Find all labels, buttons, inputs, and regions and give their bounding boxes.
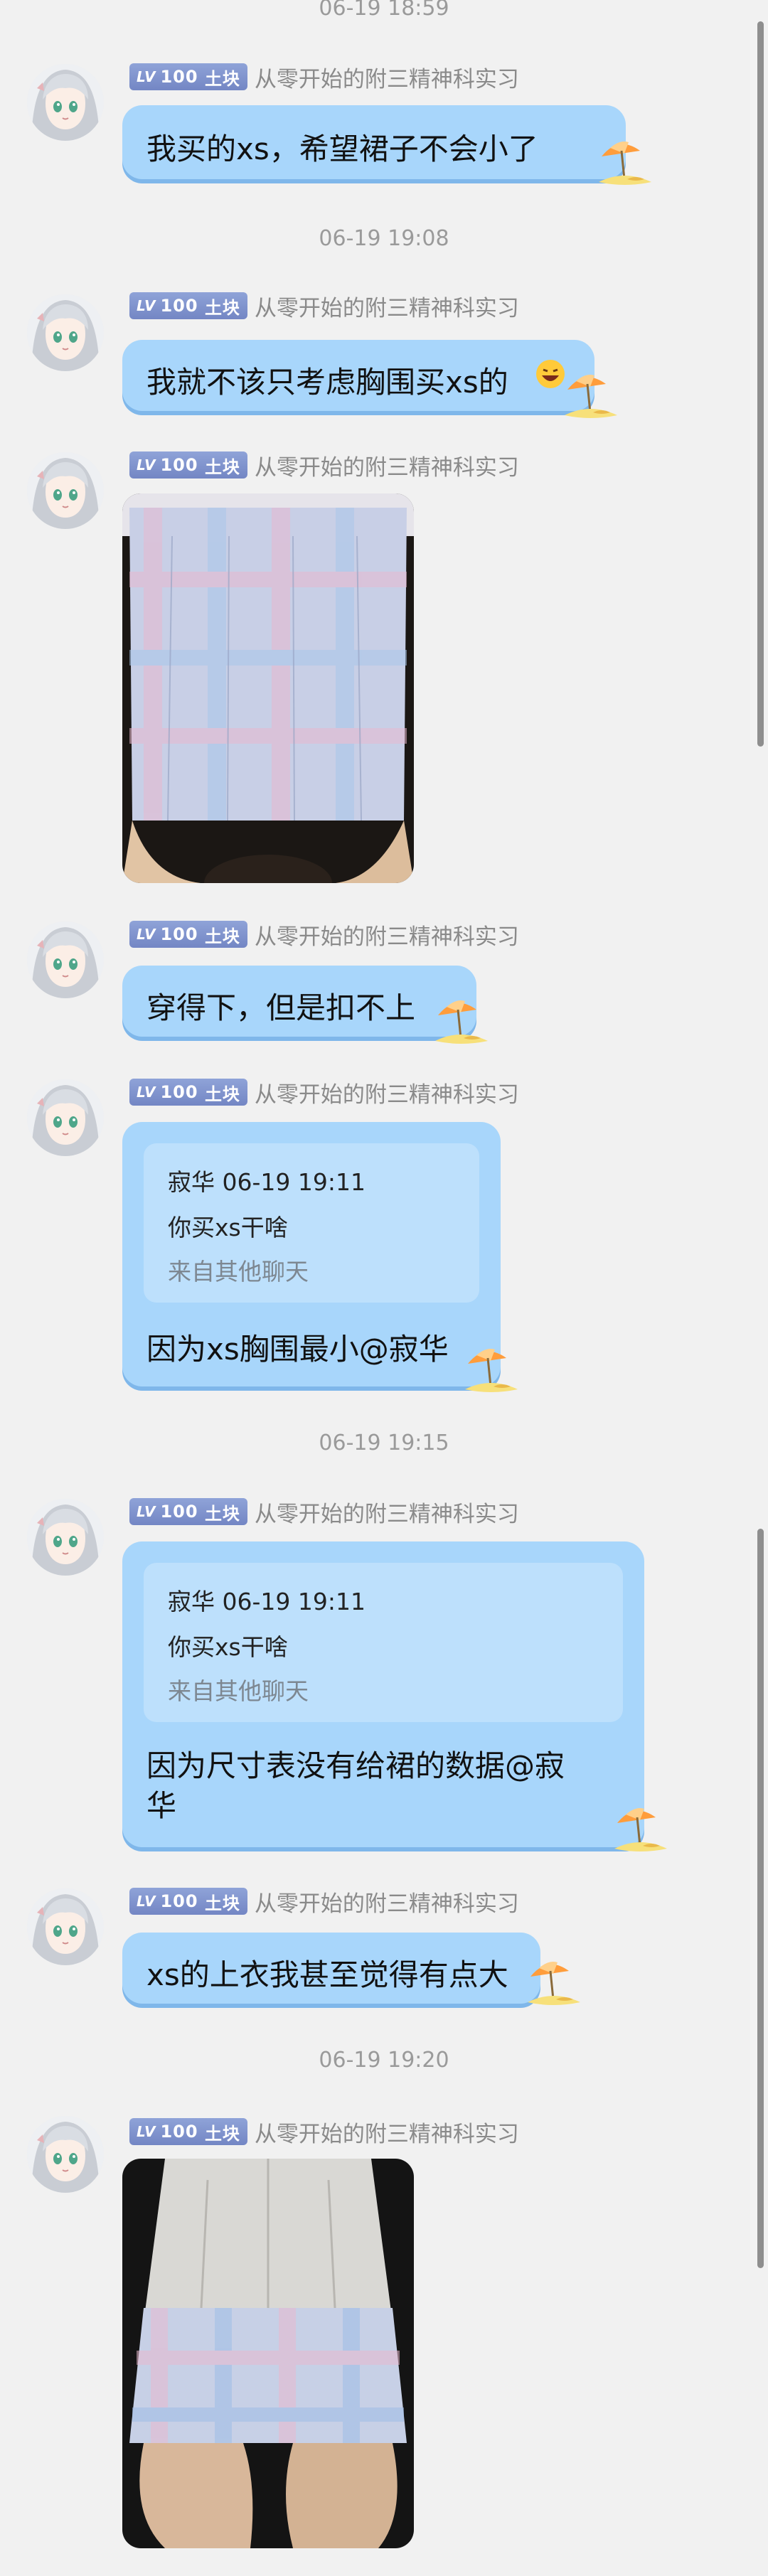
scrollbar-thumb[interactable]	[757, 21, 764, 747]
quoted-message[interactable]: 寂华 06-19 19:11 你买xs干啥 来自其他聊天	[144, 1563, 623, 1722]
avatar-image	[27, 921, 104, 998]
quote-header: 寂华 06-19 19:11	[168, 1168, 366, 1196]
beach-umbrella-icon	[596, 132, 653, 189]
avatar-image	[27, 1499, 104, 1576]
timestamp: 06-19 19:15	[319, 1431, 449, 1455]
sender-name[interactable]: 从零开始的附三精神科实习	[255, 1076, 519, 1108]
message-bubble[interactable]: xs的上衣我甚至觉得有点大	[122, 1933, 540, 2004]
level-badge: LV 100 土块	[129, 292, 247, 319]
sender-line: LV 100 土块 从零开始的附三精神科实习	[129, 1076, 519, 1108]
avatar[interactable]	[27, 2116, 104, 2193]
message-bubble[interactable]: 我就不该只考虑胸围买xs的	[122, 340, 594, 411]
avatar-image	[27, 294, 104, 371]
photo-message[interactable]	[122, 493, 414, 883]
message-bubble[interactable]: 寂华 06-19 19:11 你买xs干啥 来自其他聊天 因为尺寸表没有给裙的数…	[122, 1541, 644, 1847]
avatar[interactable]	[27, 921, 104, 998]
quote-text: 你买xs干啥	[168, 1214, 288, 1241]
beach-umbrella-icon	[432, 991, 489, 1048]
sender-line: LV 100 土块 从零开始的附三精神科实习	[129, 1496, 519, 1527]
message-text-line: 因为尺寸表没有给裙的数据@寂	[146, 1748, 565, 1783]
level-badge: LV 100 土块	[129, 2118, 247, 2145]
message-text: xs的上衣我甚至觉得有点大	[146, 1957, 508, 1992]
sender-line: LV 100 土块 从零开始的附三精神科实习	[129, 449, 519, 481]
avatar-image	[27, 64, 104, 141]
sender-name[interactable]: 从零开始的附三精神科实习	[255, 1886, 519, 1918]
message-bubble[interactable]: 寂华 06-19 19:11 你买xs干啥 来自其他聊天 因为xs胸围最小@寂华	[122, 1122, 501, 1386]
timestamp: 06-19 18:59	[319, 0, 449, 21]
message-bubble[interactable]: 穿得下，但是扣不上	[122, 966, 476, 1037]
avatar[interactable]	[27, 1888, 104, 1965]
beach-umbrella-icon	[562, 365, 619, 422]
sender-name[interactable]: 从零开始的附三精神科实习	[255, 2116, 519, 2148]
avatar[interactable]	[27, 1499, 104, 1576]
message-text: 穿得下，但是扣不上	[146, 990, 416, 1025]
message-text: 因为xs胸围最小@寂华	[146, 1332, 449, 1367]
plaid-skirt-photo	[122, 493, 414, 883]
quote-header: 寂华 06-19 19:11	[168, 1588, 366, 1615]
timestamp: 06-19 19:08	[319, 226, 449, 251]
message-text: 我买的xs，希望裙子不会小了	[146, 132, 538, 166]
quote-text: 你买xs干啥	[168, 1633, 288, 1661]
avatar-image	[27, 452, 104, 529]
level-badge: LV 100 土块	[129, 921, 247, 948]
sender-name[interactable]: 从零开始的附三精神科实习	[255, 290, 519, 322]
message-text: 我就不该只考虑胸围买xs的	[146, 365, 508, 400]
sender-line: LV 100 土块 从零开始的附三精神科实习	[129, 2116, 519, 2147]
sender-name[interactable]: 从零开始的附三精神科实习	[255, 1496, 519, 1528]
avatar[interactable]	[27, 294, 104, 371]
sender-line: LV 100 土块 从零开始的附三精神科实习	[129, 919, 519, 950]
sender-name[interactable]: 从零开始的附三精神科实习	[255, 449, 519, 481]
quote-source: 来自其他聊天	[168, 1677, 309, 1705]
avatar[interactable]	[27, 452, 104, 529]
sender-line: LV 100 土块 从零开始的附三精神科实习	[129, 290, 519, 321]
sender-name[interactable]: 从零开始的附三精神科实习	[255, 61, 519, 93]
avatar[interactable]	[27, 1079, 104, 1156]
message-bubble[interactable]: 我买的xs，希望裙子不会小了	[122, 105, 626, 179]
avatar[interactable]	[27, 64, 104, 141]
sender-line: LV 100 土块 从零开始的附三精神科实习	[129, 61, 519, 92]
timestamp: 06-19 19:20	[319, 2048, 449, 2073]
sender-line: LV 100 土块 从零开始的附三精神科实习	[129, 1886, 519, 1917]
quoted-message[interactable]: 寂华 06-19 19:11 你买xs干啥 来自其他聊天	[144, 1143, 479, 1303]
level-badge: LV 100 土块	[129, 1498, 247, 1525]
beach-umbrella-icon	[525, 1952, 582, 2009]
beach-umbrella-icon	[462, 1340, 519, 1396]
message-text-line: 华	[146, 1788, 177, 1823]
avatar-image	[27, 2116, 104, 2193]
level-badge: LV 100 土块	[129, 63, 247, 90]
level-badge: LV 100 土块	[129, 451, 247, 479]
level-badge: LV 100 土块	[129, 1888, 247, 1915]
photo-message[interactable]	[122, 2159, 414, 2548]
scrollbar-thumb[interactable]	[757, 1529, 764, 2268]
beach-umbrella-icon	[612, 1799, 668, 1856]
level-badge: LV 100 土块	[129, 1079, 247, 1106]
sender-name[interactable]: 从零开始的附三精神科实习	[255, 919, 519, 951]
quote-source: 来自其他聊天	[168, 1258, 309, 1286]
avatar-image	[27, 1888, 104, 1965]
plaid-skirt-photo	[122, 2159, 414, 2548]
avatar-image	[27, 1079, 104, 1156]
